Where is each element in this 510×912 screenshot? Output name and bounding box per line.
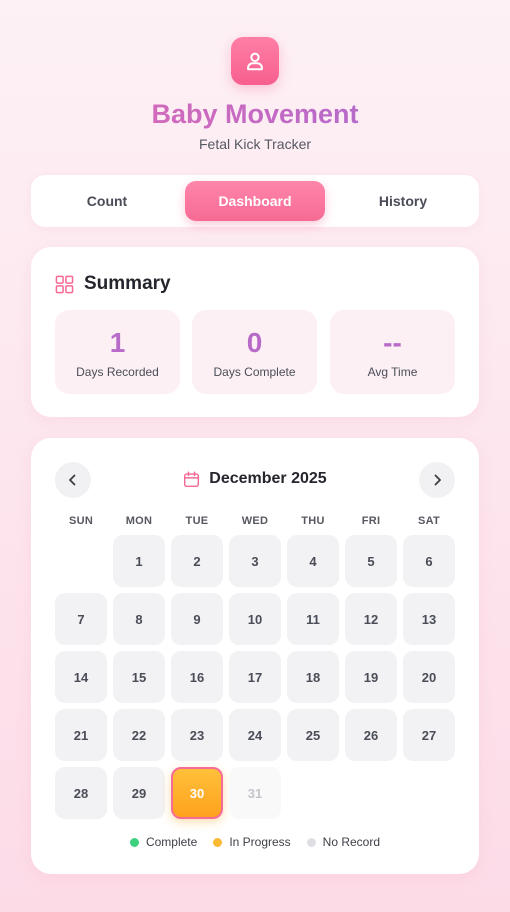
stat-avg-time: -- Avg Time [330, 310, 455, 394]
calendar-day[interactable]: 24 [229, 709, 281, 761]
calendar-day[interactable]: 10 [229, 593, 281, 645]
calendar-day[interactable]: 3 [229, 535, 281, 587]
calendar-day[interactable]: 23 [171, 709, 223, 761]
calendar-day[interactable]: 18 [287, 651, 339, 703]
calendar-legend: Complete In Progress No Record [31, 835, 479, 849]
legend-label: In Progress [229, 835, 291, 849]
legend-dot-icon [213, 837, 223, 847]
weekday-label-mon: MON [125, 515, 153, 527]
calendar-day[interactable]: 4 [287, 535, 339, 587]
summary-title: Summary [84, 273, 171, 294]
weekday-label-tue: TUE [185, 515, 209, 527]
grid-icon [55, 275, 74, 293]
tab-history[interactable]: History [333, 181, 473, 221]
legend-label: No Record [322, 835, 381, 849]
calendar-day[interactable]: 19 [345, 651, 397, 703]
calendar-day[interactable]: 13 [403, 593, 455, 645]
stat-label: Avg Time [367, 365, 418, 379]
calendar-day[interactable]: 5 [345, 535, 397, 587]
calendar-day[interactable]: 21 [55, 709, 107, 761]
calendar-day[interactable]: 28 [55, 767, 107, 819]
weekday-label-sun: SUN [68, 515, 94, 527]
calendar-day[interactable]: 6 [403, 535, 455, 587]
stat-value: 1 [109, 327, 126, 358]
stat-label: Days Recorded [76, 365, 159, 379]
weekday-header-row: SUN MON TUE WED THU FRI SAT [55, 515, 455, 529]
calendar-day[interactable]: 9 [171, 593, 223, 645]
calendar-day[interactable]: 11 [287, 593, 339, 645]
calendar-card: December 2025 SUN MON TUE WED THU FRI SAT 1234… [31, 438, 479, 874]
calendar-day[interactable]: 2 [171, 535, 223, 587]
weekday-label-thu: THU [301, 515, 325, 527]
legend-label: Complete [145, 835, 198, 849]
tab-dashboard[interactable]: Dashboard [185, 181, 325, 221]
calendar-day-today[interactable]: 30 [171, 767, 223, 819]
legend-dot-icon [306, 837, 316, 847]
app-title: Baby Movement [0, 97, 510, 131]
chevron-right-icon [434, 474, 441, 486]
user-icon [247, 52, 263, 71]
stat-days-complete: 0 Days Complete [192, 310, 317, 394]
calendar-day[interactable]: 20 [403, 651, 455, 703]
tab-count[interactable]: Count [37, 181, 177, 221]
calendar-day[interactable]: 29 [113, 767, 165, 819]
calendar-day[interactable]: 7 [55, 593, 107, 645]
calendar-day[interactable]: 12 [345, 593, 397, 645]
legend-item-in-progress: In Progress [213, 835, 291, 849]
stat-value: 0 [246, 327, 263, 358]
calendar-day[interactable]: 8 [113, 593, 165, 645]
calendar-day[interactable]: 1 [113, 535, 165, 587]
tab-bar: Count Dashboard History [31, 175, 479, 227]
month-header: December 2025 [31, 470, 479, 488]
calendar-day[interactable]: 27 [403, 709, 455, 761]
legend-item-no-record: No Record [306, 835, 381, 849]
calendar-day[interactable]: 26 [345, 709, 397, 761]
stat-value: -- [383, 327, 402, 358]
legend-dot-icon [129, 837, 139, 847]
weekday-label-sat: SAT [417, 515, 441, 527]
calendar-day[interactable]: 16 [171, 651, 223, 703]
stat-days-recorded: 1 Days Recorded [55, 310, 180, 394]
calendar-icon [184, 471, 200, 487]
weekday-label-wed: WED [241, 515, 269, 527]
app-logo-icon [231, 37, 279, 85]
calendar-day[interactable]: 22 [113, 709, 165, 761]
stat-label: Days Complete [213, 365, 296, 379]
calendar-day[interactable]: 17 [229, 651, 281, 703]
calendar-day[interactable]: 31 [229, 767, 281, 819]
calendar-day[interactable]: 14 [55, 651, 107, 703]
summary-card: Summary 1 Days Recorded 0 Days Complete … [31, 247, 479, 417]
calendar-day[interactable]: 15 [113, 651, 165, 703]
next-month-button[interactable] [419, 462, 455, 498]
legend-item-complete: Complete [129, 835, 198, 849]
calendar-day[interactable]: 25 [287, 709, 339, 761]
weekday-label-fri: FRI [361, 515, 381, 527]
app-subtitle: Fetal Kick Tracker [198, 136, 312, 152]
month-label: December 2025 [209, 470, 327, 487]
calendar-day-grid: 1 2 3 4 5 6 7 8 9 10 11 12 13 14 15 16 17 18 19 20 21 22 23 24 2… [55, 535, 455, 819]
summary-header: Summary [55, 273, 171, 295]
